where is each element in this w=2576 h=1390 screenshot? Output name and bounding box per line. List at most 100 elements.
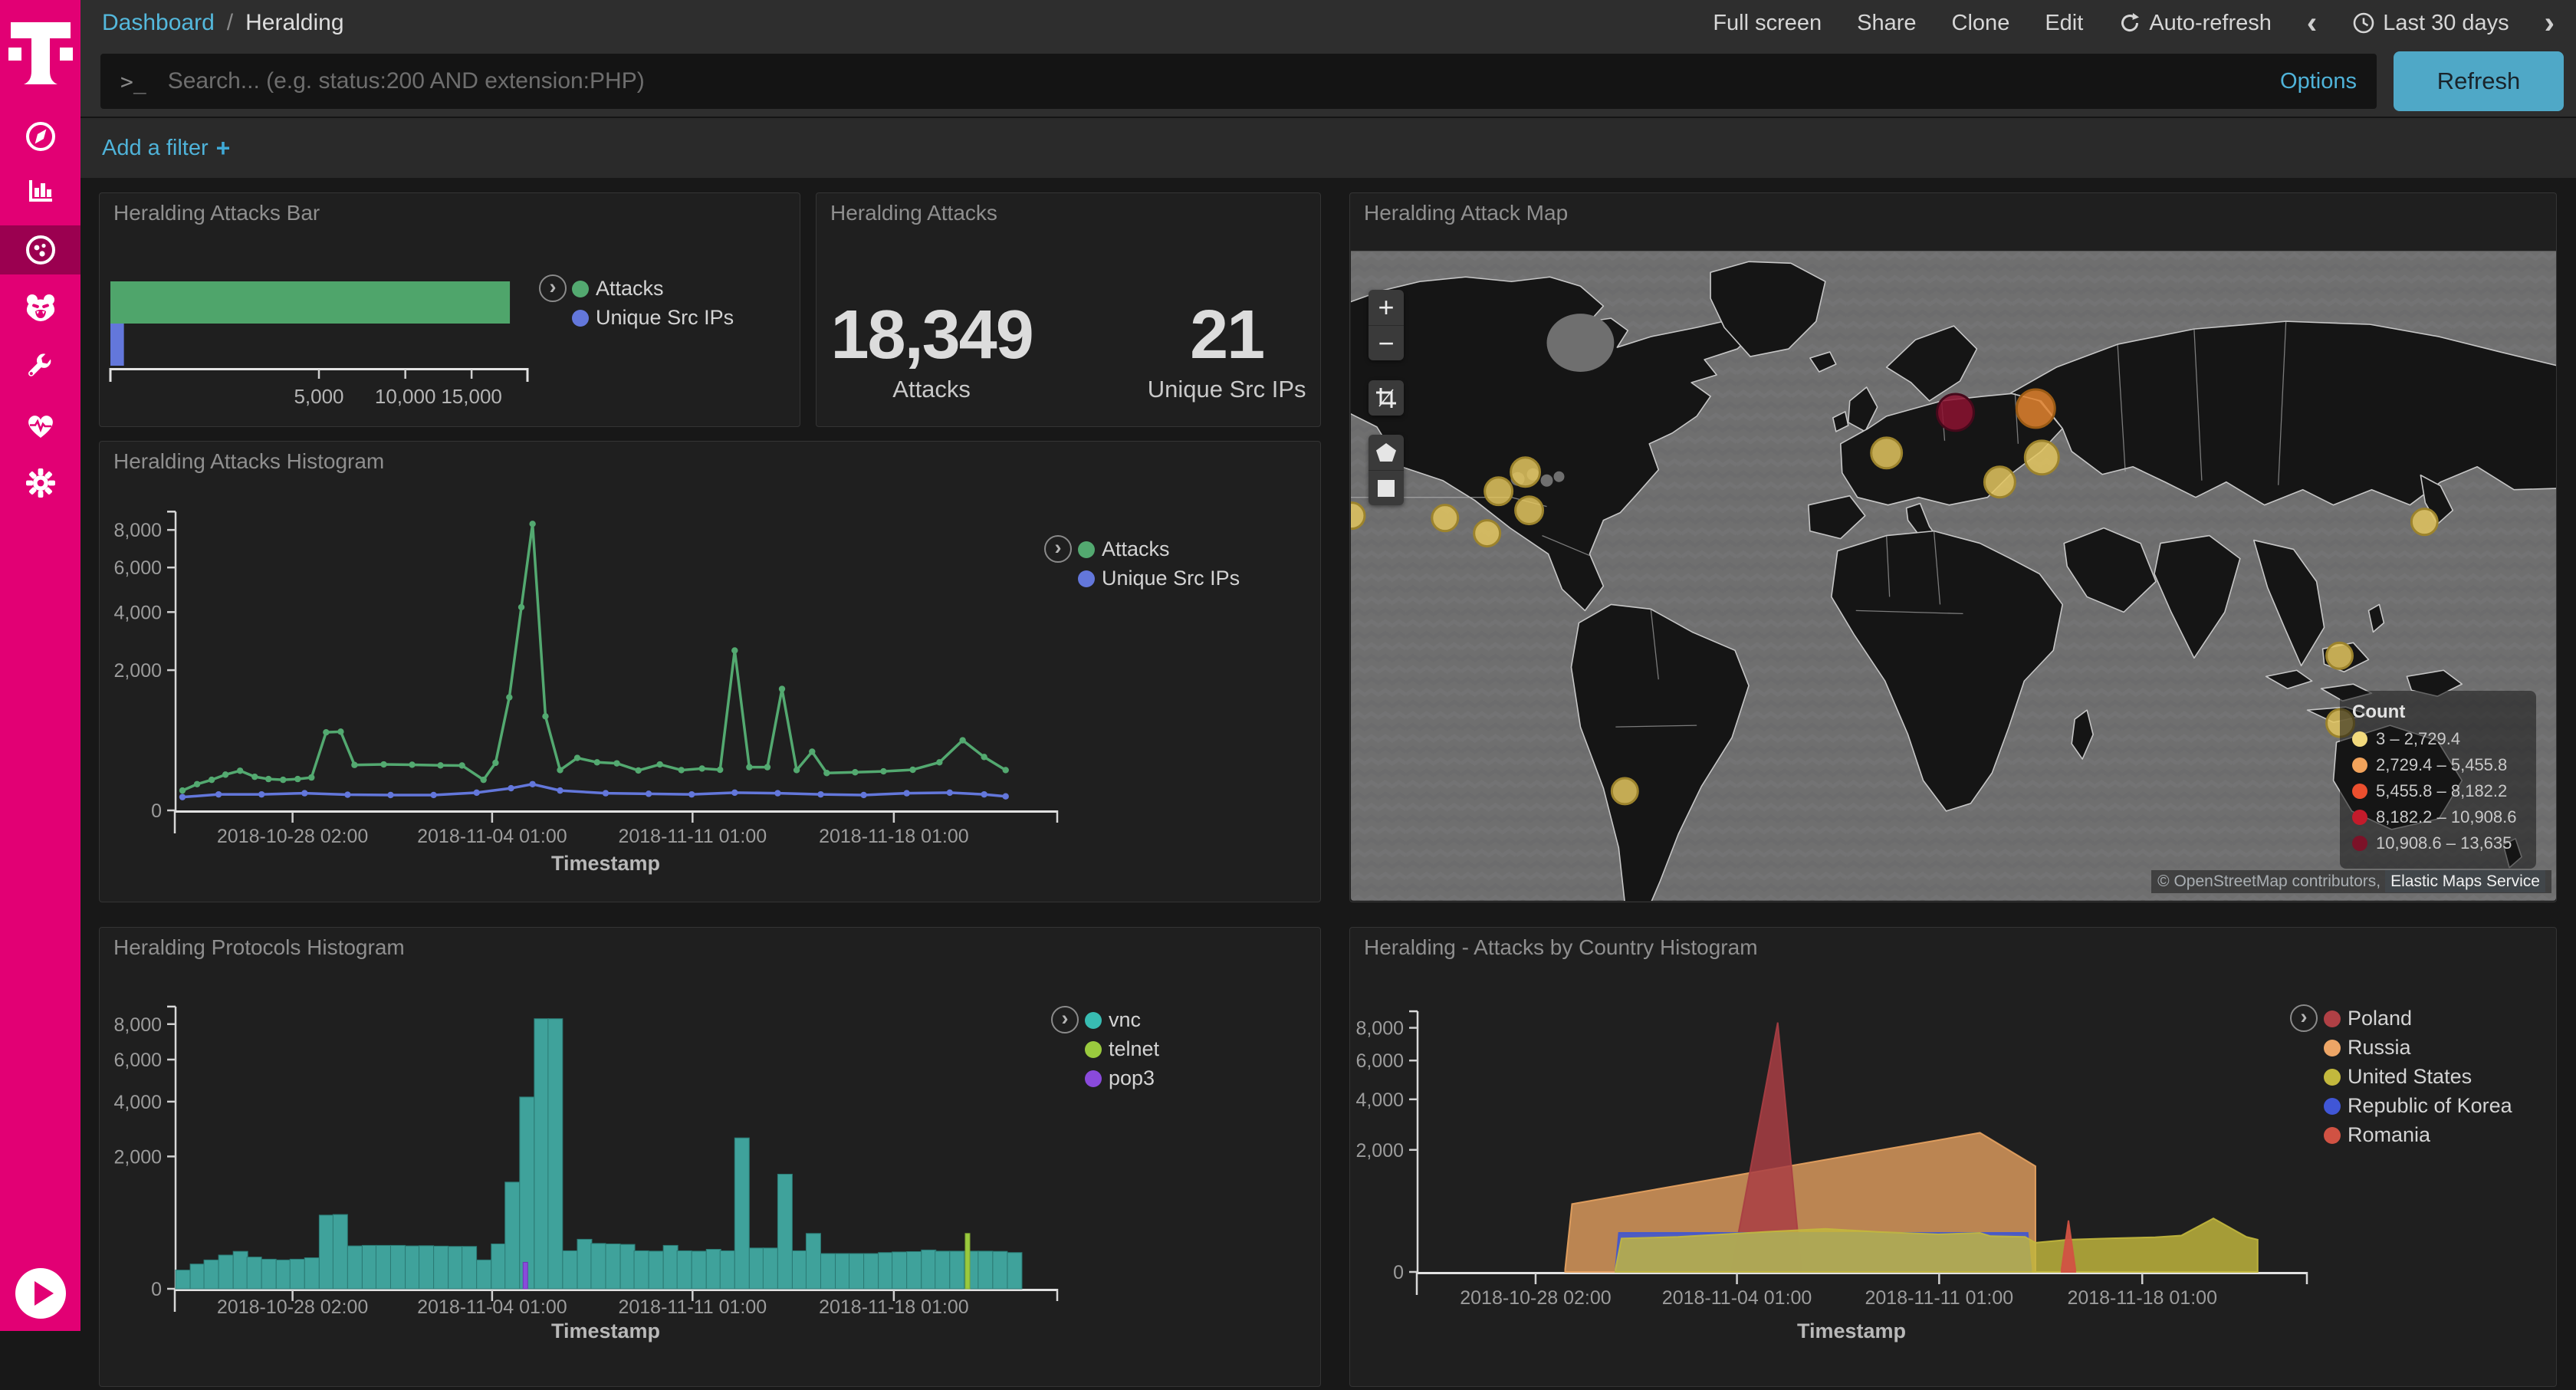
panel-heralding-attacks-histogram: Heralding Attacks Histogram 02,0004,0006… [99,441,1321,902]
map-legend-item: 2,729.4 – 5,455.8 [2352,755,2524,775]
full-screen-button[interactable]: Full screen [1713,11,1822,36]
osm-attribution[interactable]: © OpenStreetMap contributors, [2157,872,2380,890]
map-fit-control [1368,380,1404,416]
svg-text:0: 0 [151,1279,162,1300]
refresh-button[interactable]: Refresh [2394,51,2564,111]
sidebar-item-devtools[interactable] [0,342,80,391]
svg-text:0: 0 [151,800,162,822]
world-map[interactable]: + − Co [1351,251,2556,901]
crop-icon [1375,386,1398,409]
panel-heralding-attacks-metric: Heralding Attacks 18,349 Attacks 21 Uniq… [816,192,1321,427]
query-bar: >_ Search... (e.g. status:200 AND extens… [80,46,2576,117]
map-legend-label: 5,455.8 – 8,182.2 [2376,781,2507,801]
sidebar-collapse-button[interactable] [0,1267,80,1320]
map-legend-item: 5,455.8 – 8,182.2 [2352,781,2524,801]
legend-item-attacks[interactable]: Attacks [1078,537,1170,561]
legend-color-dot [2324,1098,2341,1115]
legend-item-russia[interactable]: Russia [2324,1036,2411,1060]
svg-text:2018-11-18 01:00: 2018-11-18 01:00 [819,826,969,847]
legend-item-romania[interactable]: Romania [2324,1123,2430,1147]
svg-text:6,000: 6,000 [113,1050,162,1071]
filter-bar: Add a filter + [80,117,2576,178]
map-legend-item: 3 – 2,729.4 [2352,729,2524,749]
add-filter-plus-icon[interactable]: + [216,134,231,163]
add-filter-link[interactable]: Add a filter [102,136,209,161]
sidebar-item-monitoring[interactable] [0,401,80,450]
legend-color-dot [2324,1069,2341,1086]
edit-button[interactable]: Edit [2045,11,2083,36]
svg-text:6,000: 6,000 [113,557,162,579]
svg-text:2,000: 2,000 [1355,1140,1404,1162]
sidebar-item-visualize[interactable] [0,166,80,215]
bar-vnc [677,1250,692,1289]
legend-item-unique-src-ips[interactable]: Unique Src IPs [1078,567,1240,590]
attacks-histogram-chart: 02,0004,0006,0008,0002018-10-28 02:00201… [100,442,1320,902]
legend-item-republic-of-korea[interactable]: Republic of Korea [2324,1094,2512,1118]
legend-collapse-button[interactable]: › [1051,1006,1079,1033]
legend-collapse-button[interactable]: › [539,274,567,302]
time-picker-button[interactable]: Last 30 days [2352,11,2509,36]
legend-label: pop3 [1109,1066,1155,1090]
svg-text:2,000: 2,000 [113,1146,162,1168]
svg-text:4,000: 4,000 [113,602,162,623]
legend-color-dot [1085,1041,1102,1058]
legend-collapse-button[interactable]: › [2290,1004,2318,1032]
terminal-prompt-icon: >_ [120,69,146,94]
wrench-icon [23,349,58,384]
time-back-button[interactable]: ‹ [2307,8,2317,38]
legend-item-telnet[interactable]: telnet [1085,1037,1159,1061]
map-zoom-out-button[interactable]: − [1368,325,1404,360]
legend-color-dot [1085,1012,1102,1029]
svg-text:10,000: 10,000 [375,385,436,408]
attack-location-dot [1432,505,1458,531]
bar-vnc [176,1270,190,1289]
attack-location-dot [2025,441,2058,475]
legend-item-attacks[interactable]: Attacks [572,277,664,301]
map-fit-bounds-button[interactable] [1368,380,1404,416]
bar-vnc [347,1246,362,1289]
sidebar-item-discover[interactable] [0,112,80,161]
legend-item-united-states[interactable]: United States [2324,1065,2472,1089]
attack-location-dot [2016,389,2055,428]
sidebar-item-management[interactable] [0,458,80,508]
attack-location-dot [1485,478,1513,505]
query-options-link[interactable]: Options [2280,69,2357,94]
bar-vnc [419,1246,434,1289]
auto-refresh-button[interactable]: Auto-refresh [2118,11,2272,36]
sidebar-item-dashboard[interactable] [0,225,80,274]
svg-text:8,000: 8,000 [113,520,162,541]
elastic-maps-service-link[interactable]: Elastic Maps Service [2385,870,2545,892]
map-draw-polygon-button[interactable] [1368,435,1404,470]
legend-item-unique-src-ips[interactable]: Unique Src IPs [572,306,734,330]
bar-vnc [591,1244,606,1289]
search-input[interactable]: >_ Search... (e.g. status:200 AND extens… [100,54,2377,109]
legend-item-pop3[interactable]: pop3 [1085,1066,1155,1090]
bar-vnc [806,1234,820,1289]
sidebar-item-tpot[interactable] [0,284,80,333]
time-forward-button[interactable]: › [2545,8,2555,38]
refresh-cw-icon [2118,12,2141,35]
legend-item-vnc[interactable]: vnc [1085,1008,1141,1032]
svg-text:4,000: 4,000 [113,1092,162,1113]
legend-collapse-button[interactable]: › [1044,535,1072,563]
clone-button[interactable]: Clone [1952,11,2010,36]
map-legend-dot [2352,784,2367,799]
attack-location-dot [1511,458,1540,487]
svg-text:Timestamp: Timestamp [551,1319,660,1342]
bar-vnc [462,1247,477,1289]
telekom-logo[interactable] [0,17,80,97]
map-legend-dot [2352,757,2367,773]
map-zoom-in-button[interactable]: + [1368,290,1404,325]
svg-text:15,000: 15,000 [441,385,502,408]
map-draw-rectangle-button[interactable] [1368,470,1404,505]
bar-vnc [993,1251,1007,1289]
panel-title: Heralding Attack Map [1364,201,1568,225]
share-button[interactable]: Share [1857,11,1916,36]
attack-location-dot [1984,467,2015,498]
bar-pop3 [523,1262,527,1289]
legend-item-poland[interactable]: Poland [2324,1007,2412,1030]
svg-text:Timestamp: Timestamp [1797,1319,1906,1342]
bar-attacks [110,281,510,324]
dashboard-actions: Full screen Share Clone Edit Auto-refres… [1713,8,2555,38]
breadcrumb-dashboard-link[interactable]: Dashboard [102,10,215,36]
